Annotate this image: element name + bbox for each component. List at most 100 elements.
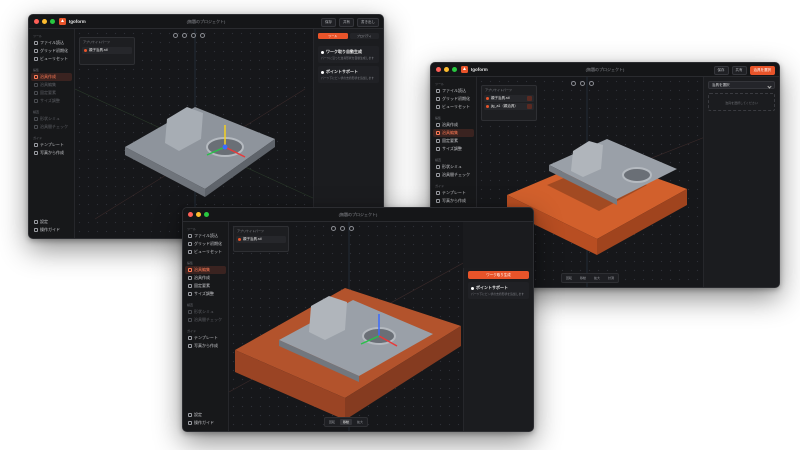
resize-icon (188, 292, 192, 296)
pin-icon (188, 284, 192, 288)
rotate-icon[interactable] (331, 226, 336, 231)
help-icon (34, 228, 38, 232)
sidebar-item-template[interactable]: テンプレート (31, 141, 72, 149)
sidebar-item-photo[interactable]: 写真から作成 (31, 149, 72, 157)
view-controls[interactable] (173, 33, 205, 38)
sidebar-item-check[interactable]: 治具間チェック (433, 171, 474, 179)
sidebar-item-create-jig[interactable]: 治具作成 (433, 121, 474, 129)
sidebar-item-guide[interactable]: 操作ガイド (31, 226, 72, 234)
sidebar-item-view-reset[interactable]: ビューリセット (31, 55, 72, 63)
part-item[interactable]: 親子治具.stl (236, 236, 286, 243)
tool-dot-icon (471, 286, 474, 290)
view-controls[interactable] (331, 226, 354, 231)
sidebar-item-view-reset[interactable]: ビューリセット (433, 103, 474, 111)
rotate-button[interactable]: 回転 (563, 275, 575, 281)
move-button[interactable]: 移動 (577, 275, 589, 281)
generate-button[interactable]: ワーク取り生成 (468, 271, 529, 279)
jig-select-dropdown[interactable]: 治具を選択 (708, 81, 775, 89)
sidebar-item-load-file[interactable]: ファイル読込 (31, 39, 72, 47)
sidebar-item-grid-init[interactable]: グリッド初期化 (31, 47, 72, 55)
project-title: (無題のプロジェクト) (338, 212, 378, 217)
move-button[interactable]: 移動 (339, 419, 353, 425)
pan-icon[interactable] (340, 226, 345, 231)
check-icon (34, 125, 38, 129)
sidebar-item-sim[interactable]: 形状シミュ (31, 115, 72, 123)
delete-icon[interactable] (527, 104, 532, 109)
sidebar-item-grid-init[interactable]: グリッド初期化 (433, 95, 474, 103)
section-label-tools: ツール (435, 82, 445, 86)
check-icon (188, 318, 192, 322)
sidebar-item-size[interactable]: サイズ調整 (31, 97, 72, 105)
scale-button[interactable]: 拡大 (354, 419, 366, 425)
sidebar-item-settings[interactable]: 設定 (185, 411, 226, 419)
view-controls[interactable] (571, 81, 594, 86)
share-button[interactable]: 共有 (731, 66, 747, 75)
save-button[interactable]: 保存 (713, 66, 729, 75)
sidebar-item-sim[interactable]: 形状シミュ (433, 163, 474, 171)
tool-auto-generate[interactable]: ワーク取り自動生成 パーツに沿った治具形状を自動生成します (318, 46, 379, 63)
sidebar-item-create-jig[interactable]: 治具作成 (31, 73, 72, 81)
sidebar-item-settings[interactable]: 設定 (31, 218, 72, 226)
measure-button[interactable]: 計測 (605, 275, 617, 281)
tab-tools[interactable]: ツール (318, 33, 348, 39)
sidebar-item-check[interactable]: 治具間チェック (31, 123, 72, 131)
edit-icon (34, 83, 38, 87)
reset-icon[interactable] (200, 33, 205, 38)
camera-icon (188, 344, 192, 348)
section-label-guide: ガイド (187, 329, 197, 333)
delete-icon[interactable] (527, 96, 532, 101)
sidebar-item-fixed[interactable]: 固定要素 (433, 137, 474, 145)
part-item[interactable]: 親子治具.stl (484, 95, 534, 102)
sidebar-item-create-jig[interactable]: 治具作成 (185, 274, 226, 282)
pan-icon[interactable] (580, 81, 585, 86)
file-icon (188, 234, 192, 238)
part-item[interactable]: jig_a1（親治具） (484, 103, 534, 110)
scale-button[interactable]: 拡大 (591, 275, 603, 281)
tab-properties[interactable]: プロパティ (349, 33, 379, 39)
sidebar-item-view-reset[interactable]: ビューリセット (185, 248, 226, 256)
export-button[interactable]: 書き出し (357, 18, 379, 27)
sidebar-item-fixed[interactable]: 固定要素 (185, 282, 226, 290)
tool-point-support[interactable]: ポイントサポート パーツ下にピン状の支持形状を追加します (318, 66, 379, 83)
sidebar-item-template[interactable]: テンプレート (433, 189, 474, 197)
sidebar-item-photo[interactable]: 写真から作成 (433, 197, 474, 205)
section-label-edit: 編集 (187, 261, 194, 265)
parts-panel-title: アプリケイトパーツ (237, 229, 264, 233)
rotate-icon[interactable] (571, 81, 576, 86)
sidebar-item-size[interactable]: サイズ調整 (433, 145, 474, 153)
sidebar-item-guide[interactable]: 操作ガイド (185, 419, 226, 427)
sidebar-item-edit-jig[interactable]: 治具編集 (185, 266, 226, 274)
sidebar-item-sim[interactable]: 形状シミュ (185, 308, 226, 316)
sidebar-item-load-file[interactable]: ファイル読込 (433, 87, 474, 95)
sidebar-item-fixed[interactable]: 固定要素 (31, 89, 72, 97)
zoom-icon[interactable] (191, 33, 196, 38)
section-label-guide: ガイド (435, 184, 445, 188)
rotate-button[interactable]: 回転 (326, 419, 338, 425)
rotate-icon[interactable] (173, 33, 178, 38)
sim-icon (436, 165, 440, 169)
sidebar-item-template[interactable]: テンプレート (185, 334, 226, 342)
part-item[interactable]: 親子治具.stl (82, 47, 132, 54)
sidebar-item-size[interactable]: サイズ調整 (185, 290, 226, 298)
window-one: ▲ Igoform (無題のプロジェクト) 保存 共有 書き出し ツール ファイル読込… (28, 14, 384, 239)
zoom-icon[interactable] (589, 81, 594, 86)
sim-icon (188, 310, 192, 314)
sidebar-item-edit-jig[interactable]: 治具編集 (31, 81, 72, 89)
right-panel: ワーク取り生成 ポイントサポート パーツ下にピン状の支持形状を追加します (463, 268, 533, 431)
transform-toolbar: 回転 移動 拡大 計測 (560, 273, 620, 283)
pan-icon[interactable] (182, 33, 187, 38)
parts-panel: アプリケイトパーツ 親子治具.stl (79, 37, 135, 65)
sidebar-item-grid-init[interactable]: グリッド初期化 (185, 240, 226, 248)
section-label-check: 検査 (187, 303, 194, 307)
help-icon (188, 421, 192, 425)
zoom-icon[interactable] (349, 226, 354, 231)
share-button[interactable]: 共有 (339, 18, 354, 27)
save-button[interactable]: 保存 (321, 18, 336, 27)
select-jig-button[interactable]: 治具を選択 (749, 66, 775, 75)
sidebar-item-load-file[interactable]: ファイル読込 (185, 232, 226, 240)
tool-point-support[interactable]: ポイントサポート パーツ下にピン状の支持形状を追加します (468, 282, 529, 299)
sidebar-item-check[interactable]: 治具間チェック (185, 316, 226, 324)
sidebar-item-photo[interactable]: 写真から作成 (185, 342, 226, 350)
3d-viewport[interactable]: アプリケイトパーツ 親子治具.stl 回転 移動 拡大 (229, 222, 463, 431)
sidebar-item-edit-jig[interactable]: 治具編集 (433, 129, 474, 137)
